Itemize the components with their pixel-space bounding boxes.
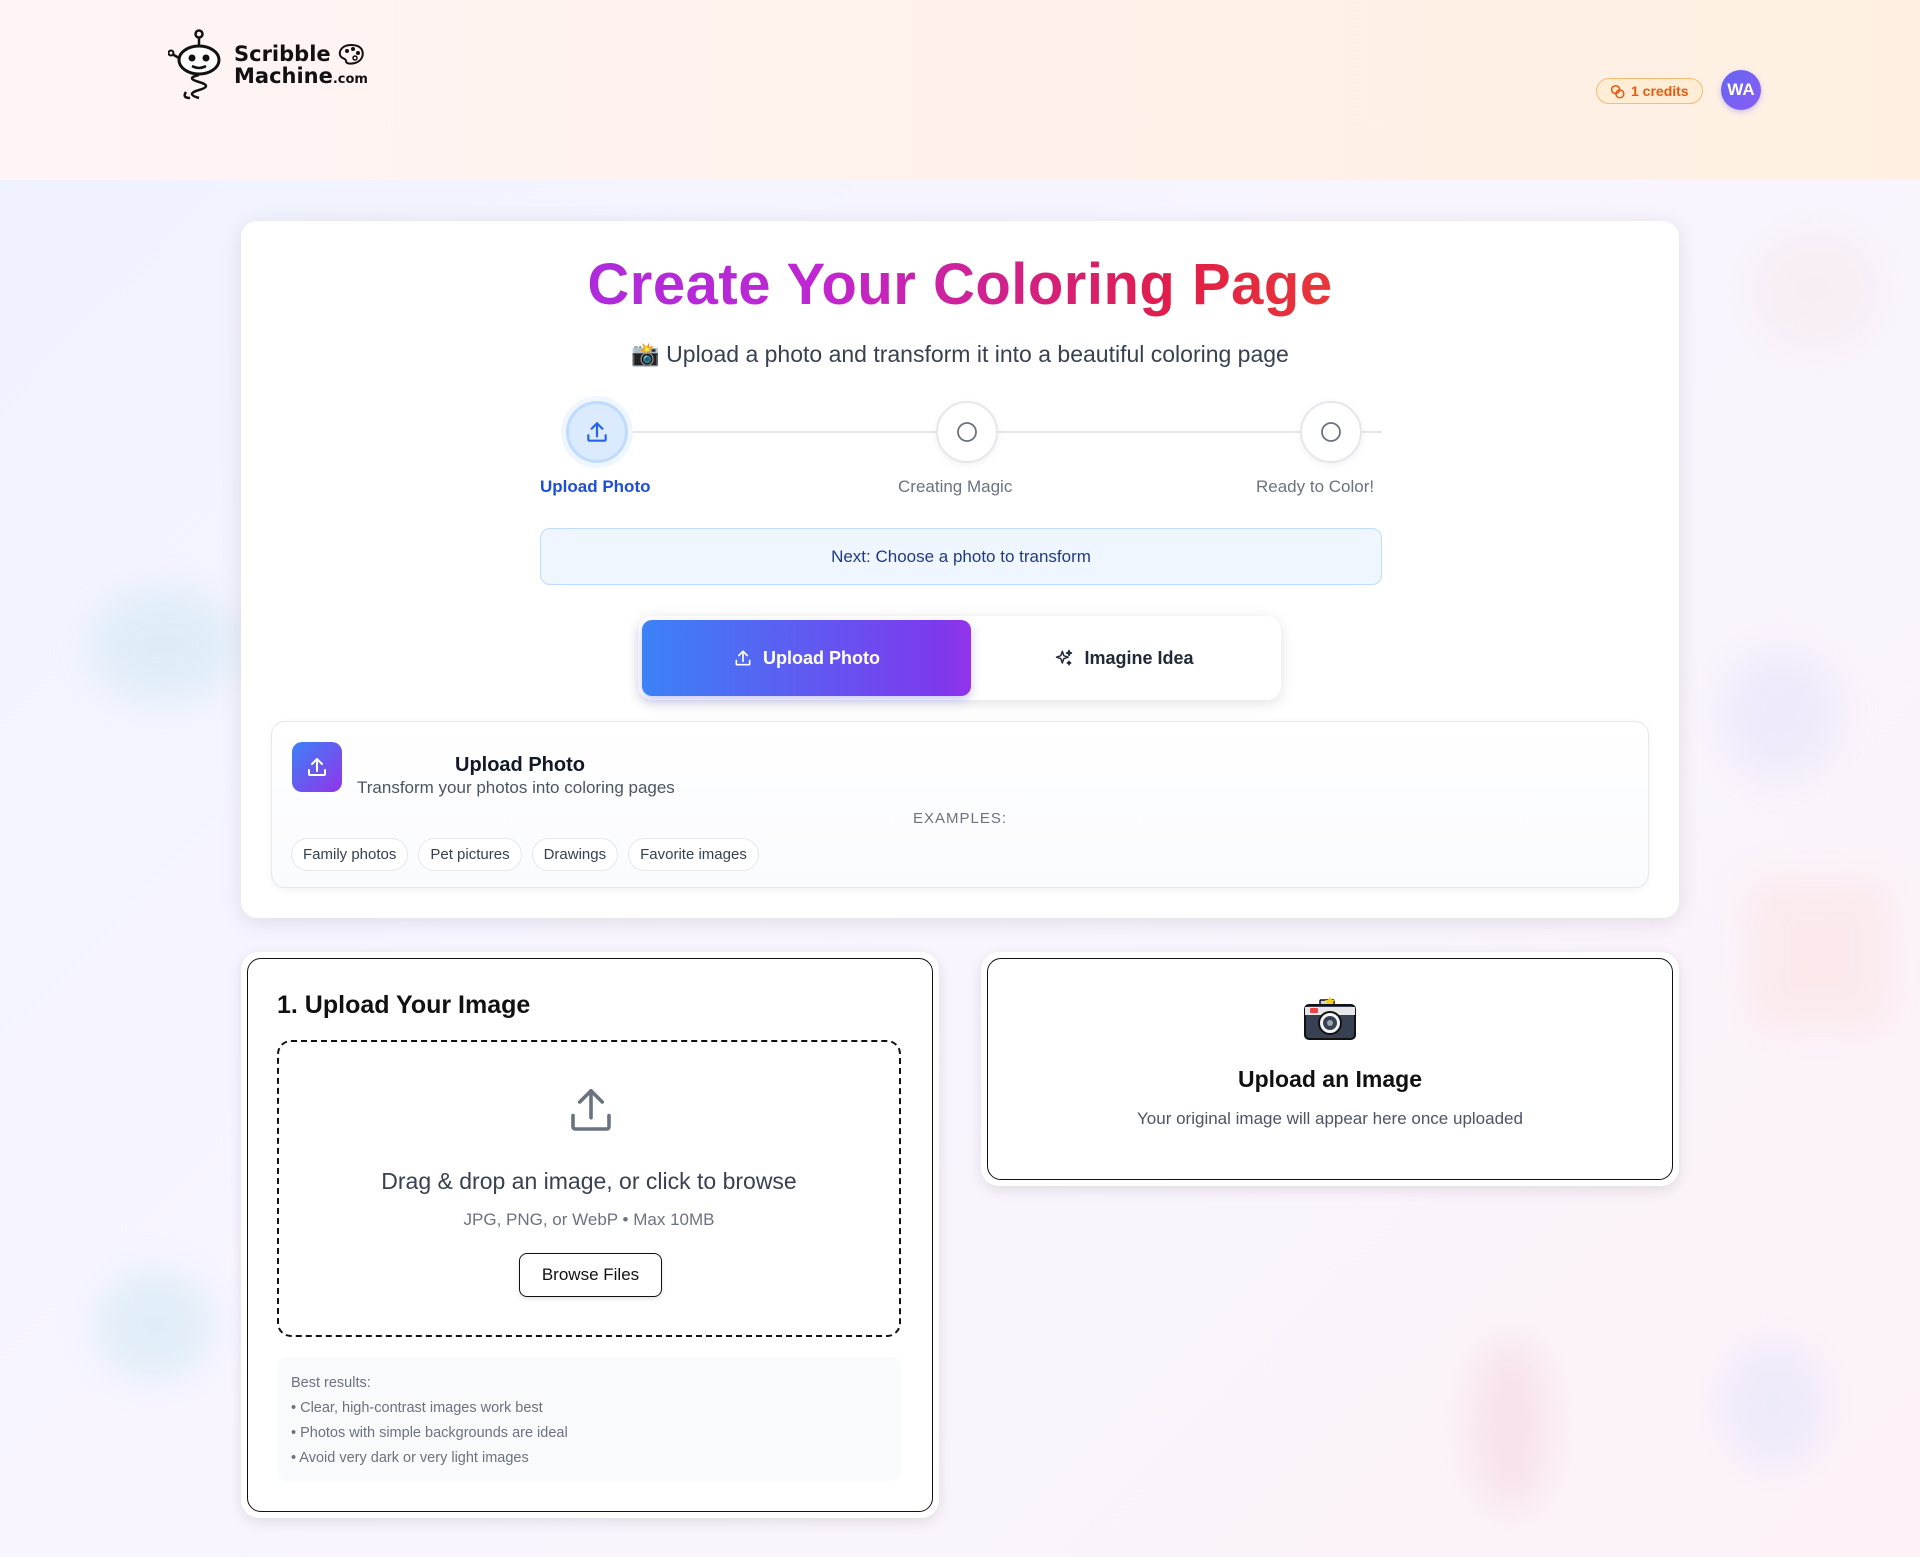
examples-label: EXAMPLES: <box>912 810 1008 827</box>
preview-title: Upload an Image <box>1237 1066 1423 1092</box>
upload-photo-mode-label: Upload Photo <box>763 647 880 668</box>
create-page-card: Create Your Coloring Page 📸 Upload a pho… <box>241 221 1679 918</box>
site-header: Scribble Machine.com 1 credits WA <box>0 0 1920 180</box>
example-chip: Drawings <box>531 838 619 871</box>
tip-item: • Photos with simple backgrounds are ide… <box>291 1425 568 1441</box>
logo[interactable]: Scribble Machine.com <box>168 28 368 106</box>
next-step-text: Next: Choose a photo to transform <box>831 546 1091 566</box>
example-chip: Favorite images <box>628 838 759 871</box>
upload-icon <box>571 1088 611 1131</box>
bg-blob <box>95 1270 215 1380</box>
coins-icon <box>1610 84 1625 99</box>
avatar-initials: WA <box>1727 80 1755 99</box>
mode-info-card: Upload Photo Transform your photos into … <box>271 721 1649 888</box>
upload-card: 1. Upload Your Image Drag & drop an imag… <box>241 952 939 1518</box>
best-results-tips: Best results: • Clear, high-contrast ima… <box>277 1357 901 1481</box>
step-ready-circle <box>1300 401 1362 463</box>
bg-blob <box>1720 1340 1830 1470</box>
tip-item: • Avoid very dark or very light images <box>291 1450 529 1466</box>
preview-card: Upload an Image Your original image will… <box>981 952 1679 1186</box>
image-dropzone[interactable]: Drag & drop an image, or click to browse… <box>277 1040 901 1337</box>
logo-text: Scribble Machine.com <box>234 43 368 91</box>
tips-title: Best results: <box>291 1375 371 1391</box>
step-upload-label: Upload Photo <box>540 477 651 496</box>
bg-blob <box>1720 650 1840 780</box>
progress-stepper: Upload Photo Creating Magic Ready to Col… <box>540 401 1382 501</box>
imagine-idea-mode-button[interactable]: Imagine Idea <box>971 620 1277 696</box>
upload-icon <box>587 422 607 442</box>
page-subtitle: 📸 Upload a photo and transform it into a… <box>631 341 1289 367</box>
step-upload-circle <box>566 401 628 463</box>
mode-info-description: Transform your photos into coloring page… <box>357 778 675 797</box>
logo-line1: Scribble <box>234 42 331 66</box>
upload-icon <box>735 650 751 666</box>
logo-suffix: .com <box>332 72 368 87</box>
upload-photo-mode-button[interactable]: Upload Photo <box>642 620 971 696</box>
dropzone-instructions: Drag & drop an image, or click to browse <box>381 1168 797 1194</box>
next-step-hint: Next: Choose a photo to transform <box>540 528 1382 585</box>
preview-card-frame: Upload an Image Your original image will… <box>987 958 1673 1180</box>
step-creating-label: Creating Magic <box>898 477 1013 496</box>
credits-count: 1 credits <box>1631 83 1689 99</box>
logo-line2: Machine <box>234 64 333 88</box>
mode-info-title: Upload Photo <box>455 754 585 776</box>
step-creating-circle <box>936 401 998 463</box>
circle-icon <box>1321 422 1341 442</box>
palette-icon <box>338 43 364 65</box>
example-chip: Pet pictures <box>418 838 522 871</box>
upload-card-frame: 1. Upload Your Image Drag & drop an imag… <box>247 958 933 1512</box>
sparkles-icon <box>1056 649 1073 666</box>
page-title: Create Your Coloring Page <box>241 251 1679 318</box>
bg-blob <box>1750 230 1880 350</box>
examples-list: Family photos Pet pictures Drawings Favo… <box>291 838 759 871</box>
mode-switch: Upload Photo Imagine Idea <box>638 616 1281 700</box>
browse-files-button[interactable]: Browse Files <box>519 1253 662 1297</box>
credits-badge[interactable]: 1 credits <box>1596 78 1703 104</box>
tip-item: • Clear, high-contrast images work best <box>291 1400 543 1416</box>
robot-logo-icon <box>168 29 221 100</box>
example-chip: Family photos <box>291 838 409 871</box>
upload-icon <box>308 758 326 776</box>
circle-icon <box>957 422 977 442</box>
bg-blob <box>1750 880 1890 1030</box>
mode-info-icon <box>292 742 342 792</box>
step-ready-label: Ready to Color! <box>1256 477 1375 496</box>
dropzone-file-types: JPG, PNG, or WebP • Max 10MB <box>463 1210 715 1229</box>
upload-heading: 1. Upload Your Image <box>277 991 531 1019</box>
camera-icon <box>988 997 1672 1046</box>
bg-blob <box>1470 1340 1550 1510</box>
bg-blob <box>90 590 240 700</box>
preview-subtitle: Your original image will appear here onc… <box>1137 1109 1523 1128</box>
step-connector <box>596 431 826 433</box>
user-avatar[interactable]: WA <box>1721 70 1761 110</box>
imagine-idea-mode-label: Imagine Idea <box>1084 647 1194 668</box>
